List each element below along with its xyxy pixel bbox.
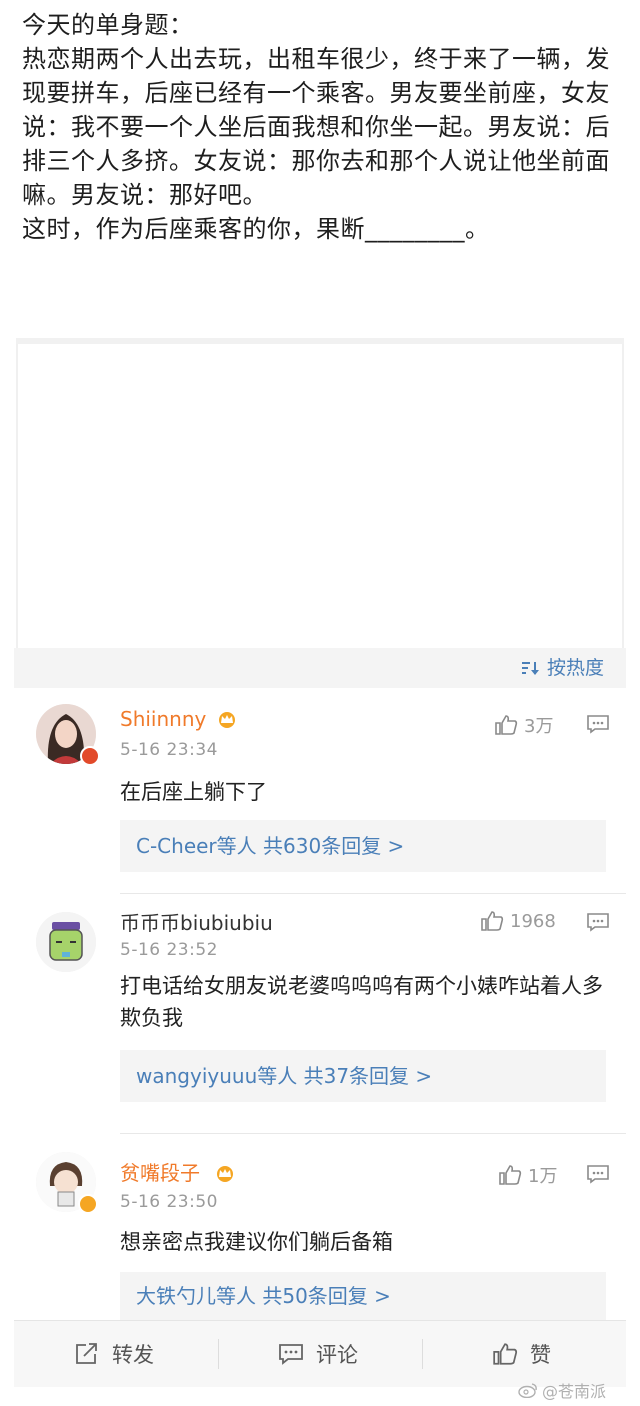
sort-icon [521,662,539,675]
avatar[interactable] [36,912,96,972]
comment-time: 5-16 23:52 [120,940,218,960]
reply-users: wangyiyuuu等人 [136,1064,298,1088]
reply-users: 大铁勺儿等人 [136,1284,256,1308]
thumbs-up-icon [495,715,518,735]
watermark: @苍南派 [518,1378,606,1402]
post-title: 今天的单身题： [22,11,194,39]
comment-item: 币币币biubiubiu 5-16 23:52 1968 打电话给女朋友说老婆呜… [14,894,626,1134]
reply-count: 共37条回复 > [303,1064,433,1088]
repost-label: 转发 [112,1343,154,1367]
thumbs-up-icon [493,1343,518,1365]
comment-text: 打电话给女朋友说老婆呜呜呜有两个小婊咋站着人多欺负我 [120,974,603,1030]
like-count: 1968 [510,910,556,932]
comment-list: Shiinnny 5-16 23:34 3万 在后座上躺下了 C-Cheer等人… [14,688,626,1320]
like-button[interactable]: 1万 [498,1162,557,1188]
comment-button[interactable]: 评论 [278,1321,358,1387]
comment-reply-icon[interactable] [586,1164,610,1184]
comment-text: 在后座上躺下了 [120,780,267,804]
comment-item: 贫嘴段子 5-16 23:50 1万 想亲密点我建议你们躺后备箱 大铁勺儿等人 … [14,1134,626,1320]
verified-badge-icon [78,1194,98,1214]
post-body: 热恋期两个人出去玩，出租车很少，终于来了一辆，发现要拼车，后座已经有一个乘客。男… [22,45,610,243]
comment-time: 5-16 23:50 [120,1192,218,1212]
sort-label: 按热度 [546,657,604,679]
post-content: 今天的单身题： 热恋期两个人出去玩，出租车很少，终于来了一辆，发现要拼车，后座已… [0,0,640,340]
crown-icon [217,1166,233,1182]
thumbs-up-icon [499,1165,522,1185]
like-count: 1万 [528,1166,558,1187]
blank-card-area [16,344,624,648]
comment-username[interactable]: 贫嘴段子 [120,1160,200,1186]
reply-count: 共50条回复 > [262,1284,391,1308]
like-button[interactable]: 3万 [494,712,553,738]
comment-username[interactable]: 币币币biubiubiu [120,910,273,936]
comment-username[interactable]: Shiinnny [120,706,206,732]
sort-by-hot-button[interactable]: 按热度 [521,648,604,688]
comment-reply-icon[interactable] [586,912,610,932]
verified-badge-icon [80,746,100,766]
action-separator [422,1339,423,1369]
repost-button[interactable]: 转发 [74,1321,154,1387]
comment-sort-bar: 按热度 [14,648,626,688]
bottom-action-bar: 转发 评论 赞 [14,1320,626,1387]
reply-summary[interactable]: C-Cheer等人 共630条回复 > [120,820,606,872]
watermark-text: @苍南派 [541,1382,606,1401]
reply-summary[interactable]: wangyiyuuu等人 共37条回复 > [120,1050,606,1102]
comment-time: 5-16 23:34 [120,740,218,760]
comment-text: 想亲密点我建议你们躺后备箱 [120,1230,393,1254]
like-button[interactable]: 1968 [480,910,556,932]
like-count: 3万 [524,716,554,737]
reply-users: C-Cheer等人 [136,834,257,858]
reply-summary[interactable]: 大铁勺儿等人 共50条回复 > [120,1272,606,1320]
thumbs-up-icon [481,911,504,931]
comment-label: 评论 [316,1343,358,1367]
comment-reply-icon[interactable] [586,714,610,734]
comment-icon [279,1344,303,1365]
repost-icon [76,1343,97,1364]
crown-icon [219,712,235,728]
like-label: 赞 [530,1343,551,1367]
comment-item: Shiinnny 5-16 23:34 3万 在后座上躺下了 C-Cheer等人… [14,688,626,894]
reply-count: 共630条回复 > [263,834,405,858]
weibo-logo-icon [518,1383,537,1398]
avatar-image [36,912,96,972]
action-separator [218,1339,219,1369]
